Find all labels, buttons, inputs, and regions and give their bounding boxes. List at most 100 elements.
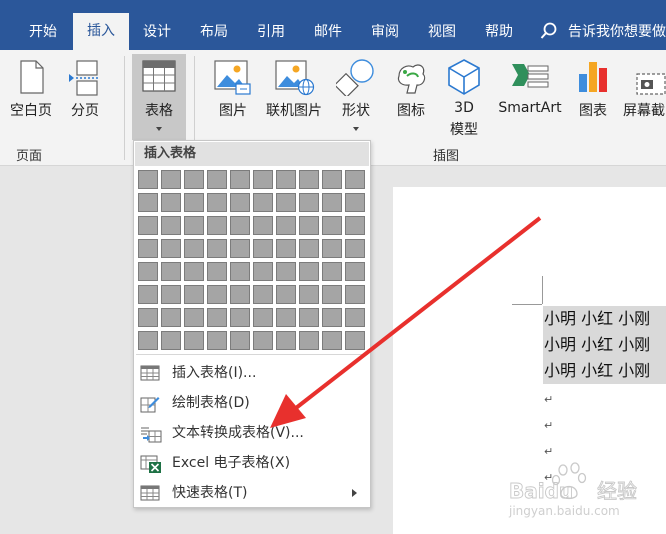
table-grid-cell[interactable] bbox=[161, 170, 181, 189]
table-grid-cell[interactable] bbox=[299, 216, 319, 235]
table-grid-cell[interactable] bbox=[138, 239, 158, 258]
table-grid-cell[interactable] bbox=[207, 216, 227, 235]
table-grid-cell[interactable] bbox=[276, 262, 296, 281]
tell-me-search[interactable]: 告诉我你想要做 bbox=[540, 18, 666, 44]
table-grid-cell[interactable] bbox=[276, 308, 296, 327]
blank-page-button[interactable]: 空白页 bbox=[4, 56, 58, 142]
table-grid-cell[interactable] bbox=[184, 216, 204, 235]
table-grid-cell[interactable] bbox=[299, 239, 319, 258]
table-grid-cell[interactable] bbox=[276, 216, 296, 235]
page-break-button[interactable]: 分页 bbox=[60, 56, 110, 142]
table-grid-cell[interactable] bbox=[253, 331, 273, 350]
tab-help[interactable]: 帮助 bbox=[471, 0, 527, 40]
pictures-button[interactable]: 图片 bbox=[206, 56, 260, 142]
table-grid-cell[interactable] bbox=[345, 239, 365, 258]
table-grid-cell[interactable] bbox=[345, 170, 365, 189]
table-grid-cell[interactable] bbox=[276, 193, 296, 212]
table-grid-cell[interactable] bbox=[253, 193, 273, 212]
table-grid-cell[interactable] bbox=[276, 170, 296, 189]
table-grid-cell[interactable] bbox=[345, 216, 365, 235]
menu-item-insert-table[interactable]: 插入表格(I)... bbox=[135, 358, 369, 388]
table-grid-cell[interactable] bbox=[253, 216, 273, 235]
table-grid-cell[interactable] bbox=[322, 308, 342, 327]
table-grid-cell[interactable] bbox=[345, 308, 365, 327]
smartart-button[interactable]: SmartArt bbox=[492, 56, 568, 142]
table-grid-cell[interactable] bbox=[138, 285, 158, 304]
table-grid-cell[interactable] bbox=[184, 285, 204, 304]
table-grid-cell[interactable] bbox=[207, 239, 227, 258]
selected-text-line[interactable]: 小明 小红 小刚 bbox=[543, 332, 666, 358]
table-grid-cell[interactable] bbox=[138, 308, 158, 327]
tab-references[interactable]: 引用 bbox=[243, 0, 299, 40]
tab-design[interactable]: 设计 bbox=[130, 0, 184, 40]
selected-text-line[interactable]: 小明 小红 小刚 bbox=[543, 306, 666, 332]
table-grid-cell[interactable] bbox=[322, 262, 342, 281]
selected-text-line[interactable]: 小明 小红 小刚 bbox=[543, 358, 666, 384]
table-grid-cell[interactable] bbox=[322, 285, 342, 304]
table-grid-cell[interactable] bbox=[207, 331, 227, 350]
table-grid-cell[interactable] bbox=[253, 239, 273, 258]
table-grid-cell[interactable] bbox=[230, 285, 250, 304]
table-grid-cell[interactable] bbox=[207, 262, 227, 281]
table-grid-cell[interactable] bbox=[253, 170, 273, 189]
shapes-button[interactable]: 形状 bbox=[328, 56, 384, 142]
table-grid-cell[interactable] bbox=[322, 193, 342, 212]
table-grid-cell[interactable] bbox=[276, 331, 296, 350]
menu-item-excel-spreadsheet[interactable]: Excel 电子表格(X) bbox=[135, 448, 369, 478]
tab-review[interactable]: 审阅 bbox=[357, 0, 413, 40]
table-grid-cell[interactable] bbox=[138, 170, 158, 189]
table-grid-cell[interactable] bbox=[161, 308, 181, 327]
table-grid-cell[interactable] bbox=[322, 216, 342, 235]
table-grid-cell[interactable] bbox=[230, 193, 250, 212]
table-grid-cell[interactable] bbox=[184, 193, 204, 212]
table-grid-cell[interactable] bbox=[230, 308, 250, 327]
table-grid-cell[interactable] bbox=[276, 239, 296, 258]
tab-insert[interactable]: 插入 bbox=[73, 13, 129, 50]
screenshot-button[interactable]: 屏幕截 bbox=[620, 56, 666, 142]
table-grid-cell[interactable] bbox=[138, 216, 158, 235]
table-grid-cell[interactable] bbox=[184, 331, 204, 350]
table-grid-cell[interactable] bbox=[161, 216, 181, 235]
table-grid-cell[interactable] bbox=[184, 308, 204, 327]
table-grid-cell[interactable] bbox=[138, 262, 158, 281]
table-grid-cell[interactable] bbox=[184, 239, 204, 258]
table-grid-cell[interactable] bbox=[138, 331, 158, 350]
table-grid-cell[interactable] bbox=[322, 170, 342, 189]
table-grid-cell[interactable] bbox=[299, 262, 319, 281]
table-grid-cell[interactable] bbox=[207, 170, 227, 189]
table-grid-cell[interactable] bbox=[299, 331, 319, 350]
table-grid-cell[interactable] bbox=[253, 308, 273, 327]
table-button[interactable]: 表格 bbox=[132, 56, 186, 142]
table-grid-cell[interactable] bbox=[345, 193, 365, 212]
table-grid-cell[interactable] bbox=[230, 170, 250, 189]
chart-button[interactable]: 图表 bbox=[570, 56, 616, 142]
table-grid-cell[interactable] bbox=[322, 239, 342, 258]
table-grid-cell[interactable] bbox=[299, 170, 319, 189]
table-grid-cell[interactable] bbox=[230, 331, 250, 350]
menu-item-draw-table[interactable]: 绘制表格(D) bbox=[135, 388, 369, 418]
table-grid-cell[interactable] bbox=[253, 262, 273, 281]
table-grid-cell[interactable] bbox=[184, 170, 204, 189]
table-grid-cell[interactable] bbox=[161, 239, 181, 258]
tab-home[interactable]: 开始 bbox=[14, 0, 72, 40]
table-grid-cell[interactable] bbox=[138, 193, 158, 212]
table-grid-cell[interactable] bbox=[299, 308, 319, 327]
tab-mailings[interactable]: 邮件 bbox=[300, 0, 356, 40]
table-grid-cell[interactable] bbox=[276, 285, 296, 304]
menu-item-quick-tables[interactable]: 快速表格(T) bbox=[135, 478, 369, 508]
table-grid-cell[interactable] bbox=[161, 331, 181, 350]
table-grid-cell[interactable] bbox=[161, 262, 181, 281]
table-grid-cell[interactable] bbox=[207, 193, 227, 212]
3d-models-button[interactable]: 3D 模型 bbox=[438, 56, 490, 142]
table-grid-cell[interactable] bbox=[161, 285, 181, 304]
table-grid-cell[interactable] bbox=[184, 262, 204, 281]
table-grid-cell[interactable] bbox=[299, 285, 319, 304]
table-grid-cell[interactable] bbox=[207, 308, 227, 327]
table-grid-cell[interactable] bbox=[345, 262, 365, 281]
table-grid-cell[interactable] bbox=[345, 285, 365, 304]
table-grid-cell[interactable] bbox=[230, 239, 250, 258]
table-grid-cell[interactable] bbox=[345, 331, 365, 350]
table-grid-cell[interactable] bbox=[161, 193, 181, 212]
table-grid-cell[interactable] bbox=[230, 216, 250, 235]
tab-view[interactable]: 视图 bbox=[414, 0, 470, 40]
